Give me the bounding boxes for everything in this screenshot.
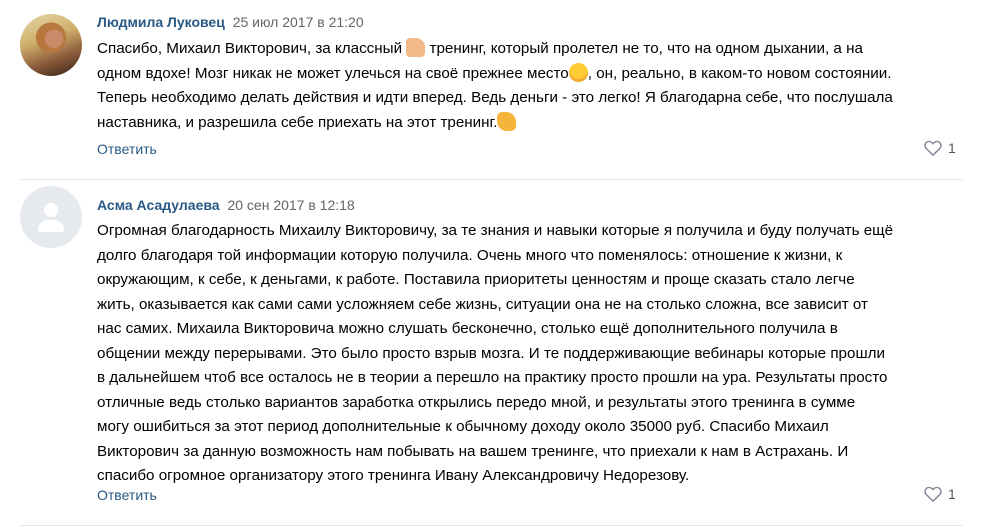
comment-date[interactable]: 25 июл 2017 в 21:20: [233, 14, 364, 30]
text-line: Теперь необходимо делать действия и идти…: [97, 89, 893, 106]
text-line: жить, оказывается как сами сами усложняе…: [97, 295, 869, 313]
text-line: в дальнейшем чтоб все осталось не в теор…: [97, 369, 888, 386]
text-line: Огромная благодарность Михаилу Викторови…: [97, 222, 894, 239]
text-line: общении между перерывами. Это было прост…: [97, 344, 885, 362]
author-name[interactable]: Асма Асадулаева: [97, 197, 220, 213]
text-line: окружающим, к себе, к деньгами, к работе…: [97, 271, 855, 288]
like-button[interactable]: 1: [924, 139, 956, 157]
heart-icon: [924, 486, 942, 502]
comment-text: Спасибо, Михаил Викторович, за классный …: [97, 37, 977, 135]
comment-divider: [20, 179, 963, 180]
comment-divider: [20, 525, 963, 526]
text-line: одном вдохе! Мозг никак не может улечься…: [97, 62, 892, 82]
text-line: нас самих. Михаила Викторовича можно слу…: [97, 320, 838, 337]
comment-text: Огромная благодарность Михаилу Викторови…: [97, 219, 977, 489]
comment-header: Асма Асадулаева 20 сен 2017 в 12:18: [97, 196, 355, 214]
text-line: долго благодаря той информации которую п…: [97, 246, 843, 264]
user-photo-avatar[interactable]: [20, 14, 82, 76]
comment-header: Людмила Луковец 25 июл 2017 в 21:20: [97, 13, 364, 31]
author-name[interactable]: Людмила Луковец: [97, 14, 225, 30]
comment-date[interactable]: 20 сен 2017 в 12:18: [227, 197, 354, 213]
like-count: 1: [948, 486, 956, 502]
smile-icon: [568, 62, 588, 82]
avatar-head: [44, 203, 58, 217]
like-button[interactable]: 1: [924, 485, 956, 503]
text-line: наставника, и разрешила себе приехать на…: [97, 111, 977, 136]
text-line: спасибо огромное организатору этого трен…: [97, 467, 690, 484]
like-count: 1: [948, 140, 956, 156]
reply-button[interactable]: Ответить: [97, 140, 157, 158]
text-line: отличные ведь столько вариантов заработк…: [97, 393, 856, 411]
reply-button[interactable]: Ответить: [97, 486, 157, 504]
default-user-avatar[interactable]: [20, 186, 82, 248]
text-line: Спасибо, Михаил Викторович, за классный …: [97, 38, 863, 57]
thumbs-up-icon: [406, 38, 426, 57]
text-line: Викторович за данную возможность нам поб…: [97, 442, 849, 460]
text-line: могу ошибиться за этот период дополнител…: [97, 418, 829, 435]
clapping-hands-icon: [497, 111, 517, 131]
heart-icon: [924, 140, 942, 156]
avatar-body: [38, 220, 64, 232]
